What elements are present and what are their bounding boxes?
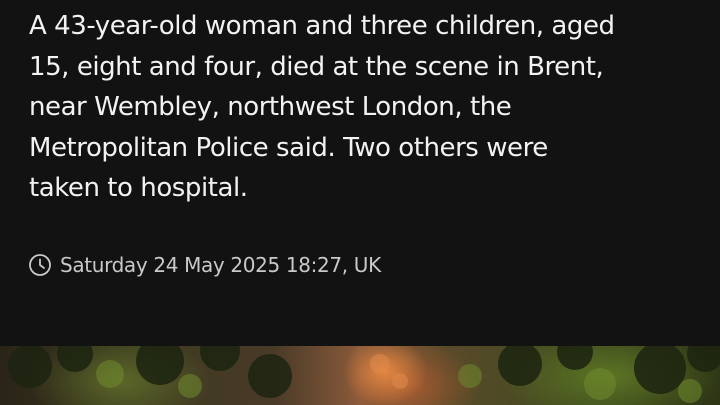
article-page: A 43-year-old woman and three children, … — [0, 0, 720, 405]
article-timestamp: Saturday 24 May 2025 18:27, UK — [28, 250, 381, 280]
article-paragraph: A 43-year-old woman and three children, … — [29, 11, 615, 203]
clock-icon — [28, 253, 52, 277]
timestamp-text: Saturday 24 May 2025 18:27, UK — [60, 253, 381, 277]
foliage-illustration — [8, 346, 720, 403]
article-image[interactable] — [0, 346, 720, 405]
